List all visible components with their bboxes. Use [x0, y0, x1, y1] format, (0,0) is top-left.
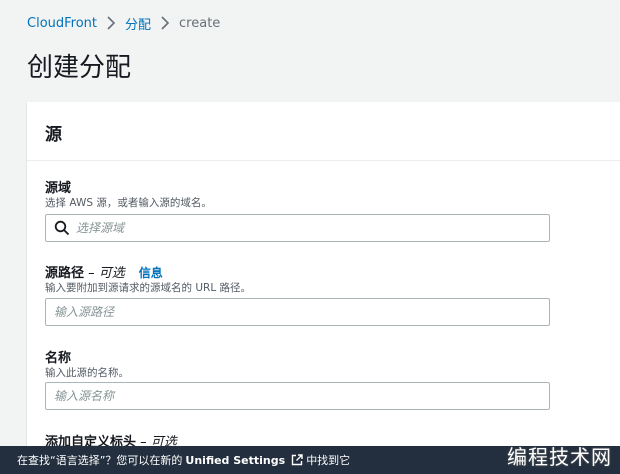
- name-label: 名称: [45, 351, 72, 366]
- chevron-right-icon: [161, 16, 170, 30]
- optional-tag: – 可选: [84, 266, 125, 281]
- section-title: 源: [45, 125, 62, 145]
- watermark: 编程技术网: [507, 445, 612, 469]
- search-icon: [54, 220, 70, 236]
- origin-panel: 源 源域 选择 AWS 源，或者输入源的域名。 源路径 – 可选信息 输入要附加…: [27, 102, 620, 474]
- origin-domain-description: 选择 AWS 源，或者输入源的域名。: [45, 197, 212, 209]
- origin-path-input[interactable]: [46, 305, 549, 319]
- origin-path-label: 源路径 – 可选 信息: [45, 262, 163, 281]
- origin-domain-field[interactable]: [45, 214, 550, 242]
- banner-suffix: 中找到它: [306, 454, 351, 467]
- name-input[interactable]: [46, 389, 549, 403]
- banner-prefix: 在查找“语言选择”？您可以在新的: [17, 454, 183, 467]
- name-description: 输入此源的名称。: [45, 367, 129, 379]
- info-link[interactable]: 信息: [139, 266, 163, 280]
- breadcrumb: CloudFront 分配 create: [27, 14, 221, 33]
- page-title: 创建分配: [27, 53, 132, 83]
- chevron-right-icon: [107, 16, 116, 30]
- origin-path-label-text: 源路径: [45, 266, 85, 281]
- external-link-icon: [291, 454, 303, 466]
- name-field[interactable]: [45, 382, 550, 410]
- unified-settings-link[interactable]: Unified Settings: [185, 454, 285, 467]
- breadcrumb-current: create: [179, 15, 221, 31]
- origin-domain-label: 源域: [45, 181, 72, 196]
- breadcrumb-distributions-link[interactable]: 分配: [125, 14, 151, 33]
- breadcrumb-cloudfront-link[interactable]: CloudFront: [27, 16, 97, 31]
- panel-header: 源: [27, 102, 620, 161]
- origin-path-description: 输入要附加到源请求的源域名的 URL 路径。: [45, 282, 252, 294]
- origin-domain-input[interactable]: [70, 221, 549, 235]
- origin-path-field[interactable]: [45, 298, 550, 326]
